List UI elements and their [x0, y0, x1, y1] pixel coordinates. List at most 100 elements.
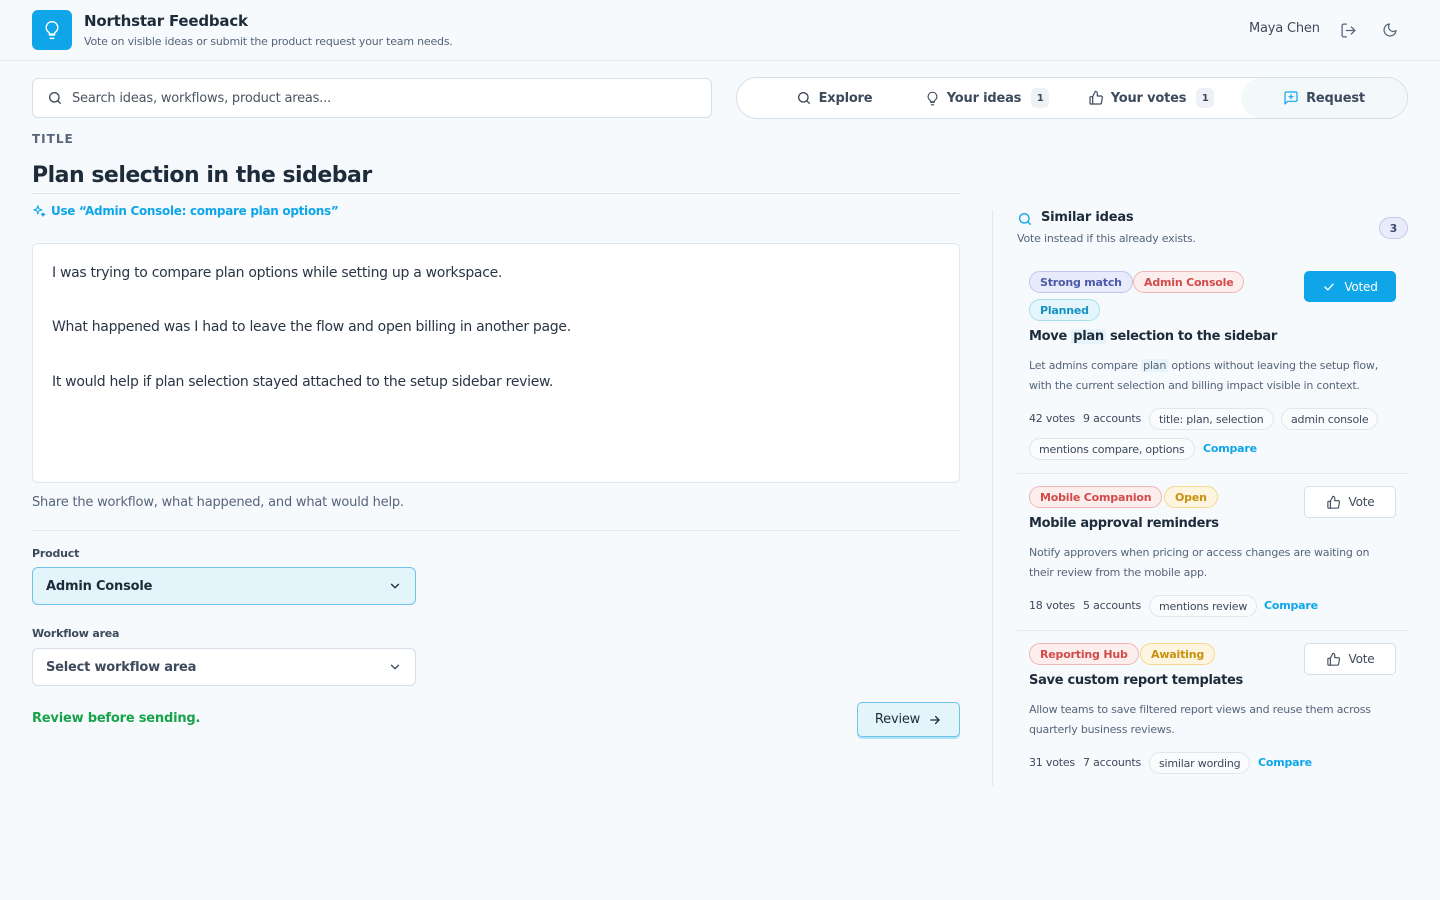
message-plus-icon [1283, 90, 1299, 106]
match-chip: title: plan, selection [1149, 408, 1274, 430]
similar-ideas-count: 3 [1379, 217, 1408, 239]
product-select[interactable]: Admin Console [32, 567, 416, 605]
tag-product: Admin Console [1133, 271, 1245, 293]
description-hint: Share the workflow, what happened, and w… [32, 495, 404, 510]
user-name[interactable]: Maya Chen [1249, 21, 1320, 36]
nav-request-label: Request [1306, 90, 1365, 106]
product-label: Product [32, 547, 80, 560]
description-line: It would help if plan selection stayed a… [52, 374, 554, 390]
idea-title[interactable]: Save custom report templates [1029, 673, 1243, 688]
match-chip: similar wording [1149, 752, 1251, 774]
lightbulb-icon [42, 20, 62, 40]
description-textarea[interactable]: I was trying to compare plan options whi… [32, 243, 960, 483]
idea-description: Allow teams to save filtered report view… [1029, 703, 1371, 736]
nav-request[interactable]: Request [1241, 78, 1407, 118]
search-icon [47, 90, 63, 106]
workflow-select-placeholder: Select workflow area [46, 659, 197, 675]
workflow-select[interactable]: Select workflow area [32, 648, 416, 686]
title-label: TITLE [32, 132, 74, 146]
vote-button[interactable]: Voted [1304, 271, 1396, 302]
idea-title[interactable]: Move plan selection to the sidebar [1029, 329, 1277, 344]
match-chip: mentions review [1149, 595, 1258, 617]
nav-explore[interactable]: Explore [737, 78, 931, 118]
app-title: Northstar Feedback [84, 12, 248, 30]
idea-title[interactable]: Mobile approval reminders [1029, 516, 1219, 531]
similar-idea-card: Strong match Admin Console Planned Voted… [1017, 270, 1408, 470]
search-input[interactable] [72, 90, 672, 106]
review-button[interactable]: Review [857, 702, 960, 737]
app-subtitle: Vote on visible ideas or submit the prod… [84, 35, 453, 48]
idea-votes: 42 votes [1029, 412, 1075, 425]
similar-idea-card: Mobile Companion Open Vote Mobile approv… [1017, 485, 1408, 625]
match-chip: admin console [1281, 408, 1379, 430]
similar-ideas-subtitle: Vote instead if this already exists. [1017, 232, 1196, 245]
moon-icon[interactable] [1380, 20, 1400, 40]
nav-your-votes[interactable]: Your votes 1 [1081, 78, 1221, 118]
vote-button-label: Voted [1344, 279, 1378, 294]
sparkle-icon [32, 204, 46, 218]
your-ideas-count: 1 [1031, 88, 1050, 108]
vote-button[interactable]: Vote [1304, 643, 1396, 675]
app-logo [32, 10, 72, 50]
search-icon [796, 90, 812, 106]
compare-link[interactable]: Compare [1258, 756, 1312, 769]
idea-divider [1017, 630, 1408, 631]
idea-votes: 31 votes [1029, 756, 1075, 769]
vote-button-label: Vote [1348, 495, 1375, 509]
similar-idea-card: Reporting Hub Awaiting Vote Save custom … [1017, 642, 1408, 782]
vote-button-label: Vote [1348, 652, 1375, 666]
idea-title-text: Move [1029, 329, 1072, 344]
workflow-label: Workflow area [32, 627, 120, 640]
nav-your-ideas-label: Your ideas [946, 90, 1022, 106]
your-votes-count: 1 [1196, 88, 1215, 108]
idea-description: Let admins compare plan options without … [1029, 356, 1394, 396]
compare-link[interactable]: Compare [1264, 599, 1318, 612]
review-button-label: Review [874, 712, 921, 727]
compare-link[interactable]: Compare [1203, 442, 1257, 455]
similar-ideas-title: Similar ideas [1041, 210, 1134, 225]
match-chip: mentions compare, options [1029, 438, 1195, 460]
idea-accounts: 7 accounts [1083, 756, 1142, 769]
idea-description: Notify approvers when pricing or access … [1029, 546, 1370, 579]
idea-accounts: 5 accounts [1083, 599, 1142, 612]
suggestion-text: Use “Admin Console: compare plan options… [51, 204, 339, 218]
title-input[interactable] [32, 158, 960, 194]
review-note: Review before sending. [32, 711, 201, 726]
nav-your-ideas[interactable]: Your ideas 1 [917, 78, 1057, 118]
search-icon [1017, 211, 1033, 227]
check-icon [1322, 280, 1336, 294]
idea-title-highlight: plan [1071, 329, 1106, 344]
main-nav: Explore Your ideas 1 Your votes 1 Reques… [736, 77, 1408, 119]
vote-button[interactable]: Vote [1304, 486, 1396, 518]
thumbs-up-icon [1088, 90, 1104, 106]
description-line: What happened was I had to leave the flo… [52, 319, 571, 335]
tag-strong-match: Strong match [1029, 271, 1133, 293]
tag-product: Mobile Companion [1029, 486, 1163, 508]
idea-title-text: selection to the sidebar [1105, 329, 1278, 344]
chevron-down-icon [388, 660, 402, 674]
idea-divider [1017, 473, 1408, 474]
title-suggestion[interactable]: Use “Admin Console: compare plan options… [32, 204, 339, 218]
panel-divider [992, 210, 993, 786]
chevron-down-icon [388, 579, 402, 593]
idea-desc-text: Let admins compare [1029, 359, 1142, 372]
divider [32, 530, 960, 531]
tag-status: Awaiting [1140, 643, 1216, 665]
lightbulb-icon [925, 91, 940, 106]
nav-your-votes-label: Your votes [1110, 90, 1187, 106]
logout-icon[interactable] [1338, 20, 1358, 40]
idea-votes: 18 votes [1029, 599, 1075, 612]
nav-explore-label: Explore [818, 90, 873, 106]
tag-status: Planned [1029, 299, 1100, 321]
tag-product: Reporting Hub [1029, 643, 1139, 665]
thumbs-up-icon [1326, 652, 1341, 667]
thumbs-up-icon [1326, 495, 1341, 510]
product-select-value: Admin Console [46, 578, 153, 594]
idea-accounts: 9 accounts [1083, 412, 1142, 425]
arrow-right-icon [928, 713, 942, 727]
tag-status: Open [1164, 486, 1218, 508]
description-line: I was trying to compare plan options whi… [52, 265, 503, 281]
app-header: Northstar Feedback Vote on visible ideas… [0, 0, 1440, 61]
search-box [32, 78, 712, 118]
idea-desc-highlight: plan [1141, 359, 1169, 372]
